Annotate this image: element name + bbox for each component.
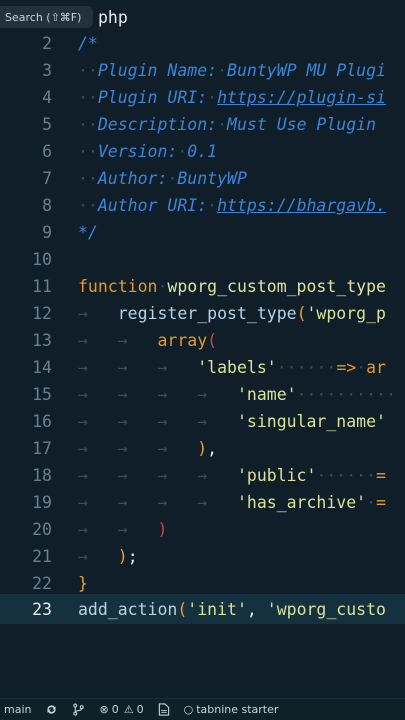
branch-name[interactable]: main <box>4 703 31 716</box>
line-number: 11 <box>32 277 52 296</box>
code-line[interactable]: 5 ··Description:·Must Use Plugin <box>0 111 405 138</box>
code-line-active[interactable]: 23 add_action('init', 'wporg_custo <box>0 594 405 624</box>
line-number: 10 <box>32 250 52 269</box>
line-number: 4 <box>42 88 52 107</box>
source-control-icon[interactable] <box>72 703 85 716</box>
code-line[interactable]: 6 ··Version:·0.1 <box>0 138 405 165</box>
code-line[interactable]: 4 ··Plugin URI:·https://plugin-si <box>0 84 405 111</box>
code-line[interactable]: 10 <box>0 246 405 273</box>
line-number: 7 <box>42 169 52 188</box>
line-number: 8 <box>42 196 52 215</box>
plugin-uri-link[interactable]: https://plugin-si <box>217 88 386 107</box>
file-type-text: php <box>98 7 128 27</box>
error-count: 0 <box>111 703 119 716</box>
code-line[interactable]: 17 → → → ), <box>0 435 405 462</box>
line-number: 2 <box>42 34 52 53</box>
code-editor[interactable]: Search (⇧⌘F) php 2 /* 3 ··Plugin Name:·B… <box>0 0 405 690</box>
warning-count: 0 <box>136 703 144 716</box>
code-line[interactable]: 18 → → → → 'public'······= <box>0 462 405 489</box>
code-line[interactable]: 15 → → → → 'name'·········· <box>0 381 405 408</box>
code-line[interactable]: 3 ··Plugin Name:·BuntyWP MU Plugi <box>0 57 405 84</box>
line-number: 15 <box>32 385 52 404</box>
problems-indicator[interactable]: ⊗ 0 ⚠ 0 <box>99 703 143 716</box>
tabnine-icon: ○ <box>183 703 194 716</box>
file-icon[interactable] <box>158 703 170 716</box>
code-line[interactable]: 8 ··Author URI:·https://bhargavb. <box>0 192 405 219</box>
line-number: 19 <box>32 493 52 512</box>
line-number: 16 <box>32 412 52 431</box>
code-line[interactable]: 16 → → → → 'singular_name' <box>0 408 405 435</box>
sync-icon[interactable] <box>45 703 58 716</box>
error-icon: ⊗ <box>99 703 109 716</box>
line-number: 13 <box>32 331 52 350</box>
code-line[interactable]: 12 → register_post_type('wporg_p <box>0 300 405 327</box>
code-line[interactable]: 14 → → → 'labels'······=>·ar <box>0 354 405 381</box>
code-line[interactable]: 7 ··Author:·BuntyWP <box>0 165 405 192</box>
line-number: 20 <box>32 520 52 539</box>
code-line[interactable]: 9 */ <box>0 219 405 246</box>
code-line[interactable]: 11 function·wporg_custom_post_type <box>0 273 405 300</box>
line-number: 23 <box>32 599 52 619</box>
author-uri-link[interactable]: https://bhargavb. <box>217 196 386 215</box>
line-number: 3 <box>42 61 52 80</box>
code-line[interactable]: 22 } <box>0 570 405 597</box>
tabnine-status[interactable]: ○ tabnine starter <box>184 703 279 716</box>
search-label: Search (⇧⌘F) <box>5 10 82 24</box>
line-number: 17 <box>32 439 52 458</box>
warning-icon: ⚠ <box>123 703 134 716</box>
search-button[interactable]: Search (⇧⌘F) <box>0 6 93 28</box>
line-number: 6 <box>42 142 52 161</box>
line-number: 14 <box>32 358 52 377</box>
code-line[interactable]: 13 → → array( <box>0 327 405 354</box>
code-line[interactable]: 21 → ); <box>0 543 405 570</box>
code-line[interactable]: 20 → → ) <box>0 516 405 543</box>
code-line[interactable]: 19 → → → → 'has_archive'·= <box>0 489 405 516</box>
tabnine-label: tabnine starter <box>196 703 279 716</box>
line-number: 12 <box>32 304 52 323</box>
status-bar: main ⊗ 0 ⚠ 0 ○ tabnine starter <box>0 698 405 720</box>
line-number: 18 <box>32 466 52 485</box>
line-number: 21 <box>32 547 52 566</box>
line-number: 9 <box>42 223 52 242</box>
line-number: 5 <box>42 115 52 134</box>
code-line[interactable]: 2 /* <box>0 30 405 57</box>
line-number: 22 <box>32 574 52 593</box>
